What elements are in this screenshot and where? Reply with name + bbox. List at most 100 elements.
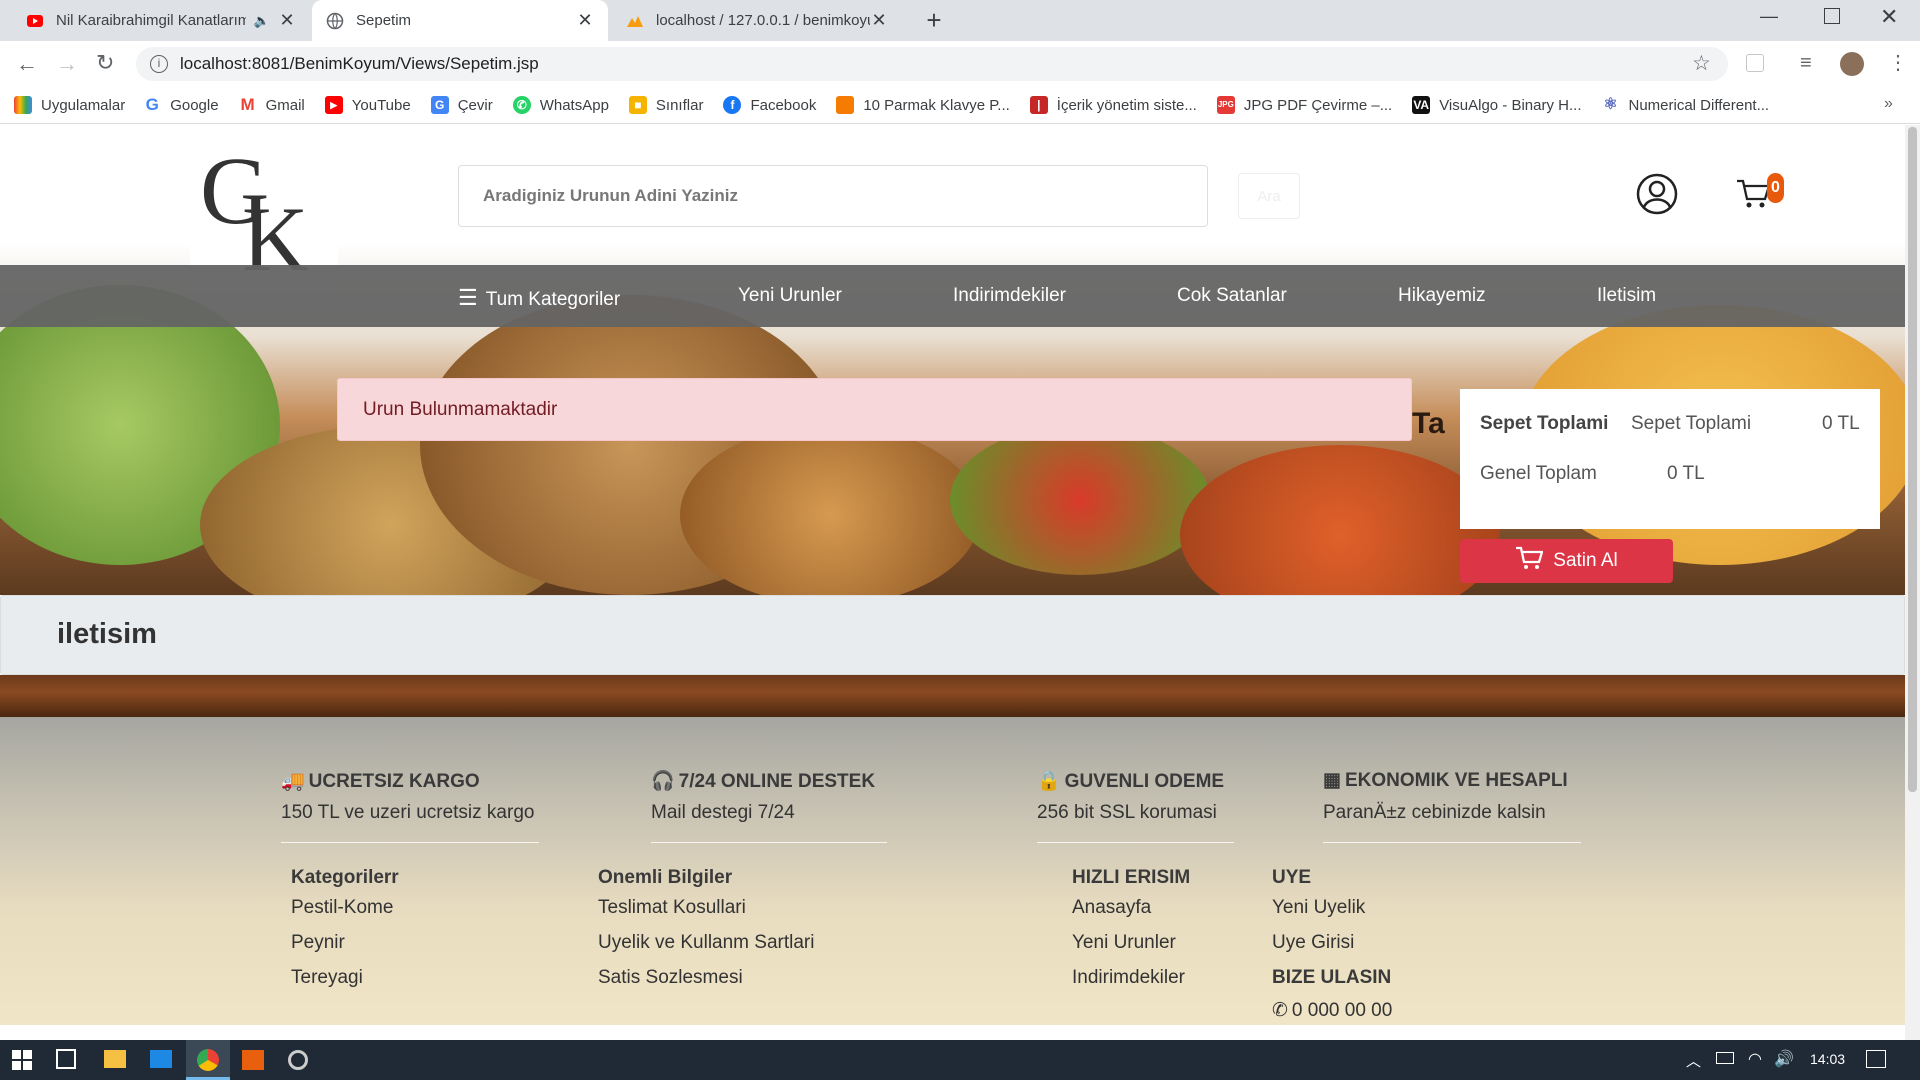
bookmark-youtube[interactable]: ▶ YouTube — [324, 96, 411, 114]
feature-divider — [651, 842, 887, 843]
xampp-icon[interactable] — [242, 1050, 264, 1070]
feature-secure-payment: 🔒 GUVENLI ODEME — [1037, 771, 1225, 792]
nav-new-products[interactable]: Yeni Urunler — [738, 285, 842, 307]
reload-icon[interactable]: ↻ — [96, 50, 114, 76]
new-tab-button[interactable]: + — [918, 5, 950, 37]
clock[interactable]: 14:03 — [1810, 1051, 1845, 1067]
footer-link[interactable]: Satis Sozlesmesi — [598, 967, 743, 989]
restore-icon[interactable] — [1824, 8, 1840, 24]
bookmark-google[interactable]: G Google — [143, 95, 219, 114]
headset-icon: 🎧 — [651, 771, 675, 792]
forward-icon[interactable]: → — [56, 51, 78, 77]
address-bar[interactable]: i localhost:8081/BenimKoyum/Views/Sepeti… — [136, 47, 1728, 81]
bookmark-cms[interactable]: | İçerik yönetim siste... — [1029, 96, 1197, 114]
bookmark-apps[interactable]: Uygulamalar — [14, 96, 125, 114]
cart-icon[interactable] — [1735, 175, 1771, 216]
mail-icon[interactable] — [150, 1050, 172, 1068]
bookmark-visualgo[interactable]: VA VisuAlgo - Binary H... — [1412, 96, 1581, 114]
wood-strip — [0, 675, 1905, 717]
footer-link[interactable]: Tereyagi — [291, 967, 363, 989]
youtube-icon — [26, 12, 44, 30]
grand-total-value: 0 TL — [1667, 463, 1705, 484]
footer-categories-title: Kategorilerr — [291, 867, 399, 888]
wifi-icon[interactable]: ◠ — [1748, 1049, 1762, 1069]
nav-discounts[interactable]: Indirimdekiler — [953, 285, 1066, 307]
feature-economic: ▦ EKONOMIK VE HESAPLI — [1323, 770, 1568, 791]
search-button[interactable]: Ara — [1238, 173, 1300, 219]
close-tab-icon[interactable]: ✕ — [576, 10, 594, 31]
footer-contact-heading: BIZE ULASIN — [1272, 967, 1392, 988]
youtube-icon: ▶ — [324, 96, 343, 114]
user-account-icon[interactable] — [1636, 173, 1678, 220]
apps-grid-icon — [14, 96, 32, 114]
cms-icon: | — [1029, 96, 1048, 114]
gmail-icon: M — [240, 95, 255, 114]
file-explorer-icon[interactable] — [104, 1050, 126, 1068]
windows-taskbar: ︿ ◠ 🔊 14:03 — [0, 1040, 1920, 1080]
chrome-taskbar-button[interactable] — [186, 1040, 230, 1080]
feature-divider — [281, 842, 539, 843]
tray-chevron-icon[interactable]: ︿ — [1686, 1050, 1701, 1071]
extension-icon[interactable] — [1746, 54, 1764, 72]
tab-sepetim[interactable]: Sepetim ✕ — [312, 0, 608, 41]
more-bookmarks-icon[interactable]: » — [1884, 95, 1893, 113]
secure-payment-icon: 🔒 — [1037, 771, 1061, 792]
footer-link[interactable]: Uyelik ve Kullanm Sartlari — [598, 932, 814, 954]
contact-section: iletisim — [0, 595, 1905, 675]
back-icon[interactable]: ← — [16, 51, 38, 77]
whatsapp-icon: ✆ — [512, 96, 531, 114]
menu-icon[interactable]: ⋮ — [1888, 50, 1908, 75]
shopping-cart-icon — [1515, 545, 1544, 577]
nav-contact[interactable]: Iletisim — [1597, 285, 1656, 307]
visualgo-icon: VA — [1412, 96, 1431, 114]
footer-quick-access-title: HIZLI ERISIM — [1072, 867, 1191, 888]
contact-title: iletisim — [57, 618, 157, 650]
volume-icon[interactable]: 🔊 — [1774, 1049, 1794, 1069]
bookmark-gmail[interactable]: M Gmail — [239, 95, 304, 114]
bookmark-classroom[interactable]: ■ Sınıflar — [628, 96, 703, 114]
bookmark-jpgpdf[interactable]: JPG JPG PDF Çevirme –... — [1216, 96, 1392, 114]
footer-link[interactable]: Yeni Uyelik — [1272, 897, 1365, 919]
windows-start-icon[interactable] — [12, 1050, 32, 1073]
nav-all-categories[interactable]: ☰ Tum Kategoriler — [458, 285, 620, 311]
close-tab-icon[interactable]: ✕ — [278, 10, 296, 31]
footer-link[interactable]: Yeni Urunler — [1072, 932, 1176, 954]
purchase-button[interactable]: Satin Al — [1460, 539, 1673, 583]
chrome-icon — [197, 1049, 219, 1071]
tab-youtube[interactable]: Nil Karaibrahimgil Kanatlarım 🔈 ✕ — [12, 0, 310, 41]
close-window-icon[interactable]: ✕ — [1880, 4, 1898, 30]
media-control-icon[interactable]: ≡ — [1800, 52, 1812, 75]
footer-link[interactable]: Pestil-Kome — [291, 897, 393, 919]
bookmark-whatsapp[interactable]: ✆ WhatsApp — [512, 96, 609, 114]
eclipse-icon[interactable] — [288, 1050, 308, 1070]
close-tab-icon[interactable]: ✕ — [870, 10, 888, 31]
google-icon: G — [145, 95, 159, 114]
speaker-icon[interactable]: 🔈 — [254, 13, 270, 29]
bookmark-numerical[interactable]: ⚛ Numerical Different... — [1601, 96, 1769, 114]
footer-link[interactable]: Anasayfa — [1072, 897, 1151, 919]
scrollbar-thumb[interactable] — [1908, 127, 1917, 792]
bookmark-10parmak[interactable]: 10 Parmak Klavye P... — [836, 96, 1010, 114]
nav-best-sellers[interactable]: Cok Satanlar — [1177, 285, 1287, 307]
footer-link[interactable]: Teslimat Kosullari — [598, 897, 746, 919]
cart-summary-panel: Sepet Toplami Sepet Toplami 0 TL Genel T… — [1460, 389, 1880, 529]
bookmark-facebook[interactable]: f Facebook — [723, 96, 816, 114]
footer-link[interactable]: Indirimdekiler — [1072, 967, 1185, 989]
footer-link[interactable]: Uye Girisi — [1272, 932, 1354, 954]
nav-our-story[interactable]: Hikayemiz — [1398, 285, 1486, 307]
product-search-input[interactable]: Aradiginiz Urunun Adini Yaziniz — [458, 165, 1208, 227]
task-view-icon[interactable] — [56, 1049, 76, 1069]
bookmark-translate[interactable]: G Çevir — [430, 96, 493, 114]
bookmark-star-icon[interactable]: ☆ — [1692, 51, 1711, 76]
footer-link[interactable]: Peynir — [291, 932, 345, 954]
classroom-icon: ■ — [628, 96, 647, 114]
minimize-icon[interactable]: — — [1760, 6, 1778, 27]
feature-economic-text: ParanÄ±z cebinizde kalsin — [1323, 802, 1546, 823]
notification-icon[interactable] — [1866, 1050, 1886, 1068]
phone-icon: ✆ — [1272, 1000, 1288, 1021]
tab-phpmyadmin[interactable]: localhost / 127.0.0.1 / benimkoyu ✕ — [612, 0, 902, 41]
bookmarks-bar: Uygulamalar G Google M Gmail ▶ YouTube G Çev… — [0, 87, 1920, 124]
battery-icon[interactable] — [1716, 1052, 1734, 1064]
profile-avatar[interactable] — [1840, 52, 1864, 76]
info-icon[interactable]: i — [150, 55, 168, 73]
